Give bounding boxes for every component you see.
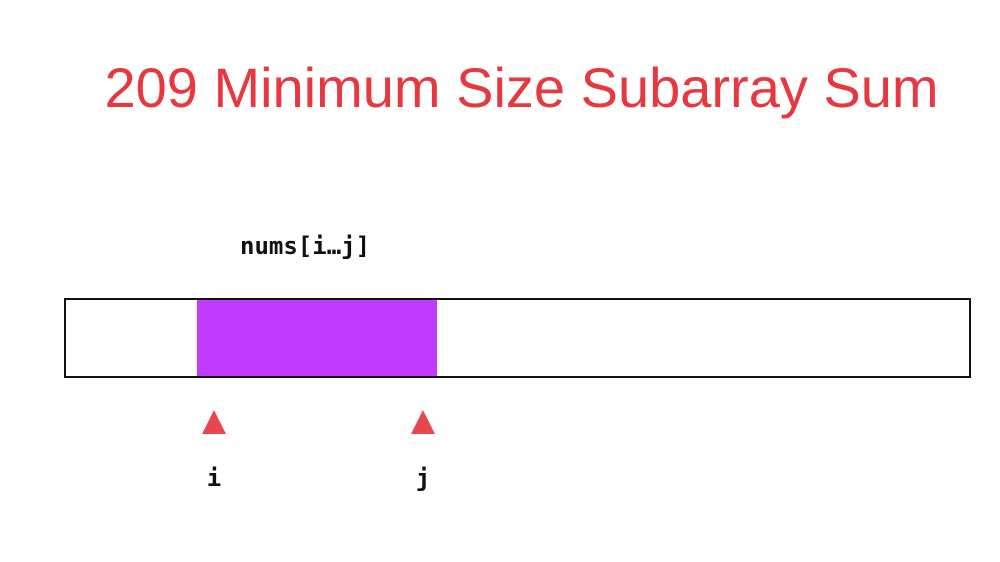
subarray-highlight	[197, 300, 437, 376]
page-title: 209 Minimum Size Subarray Sum	[104, 56, 939, 119]
subarray-range-label: nums[i…j]	[240, 232, 371, 260]
pointer-j-triangle-up-icon	[411, 410, 435, 434]
pointer-i-triangle-up-icon	[202, 410, 226, 434]
pointer-j-label: j	[415, 464, 431, 492]
pointer-i-label: i	[206, 464, 222, 492]
